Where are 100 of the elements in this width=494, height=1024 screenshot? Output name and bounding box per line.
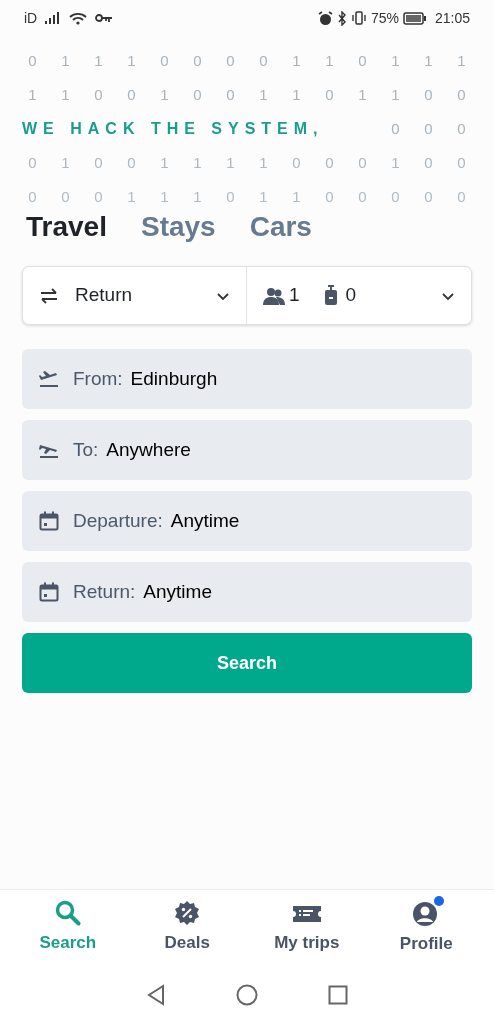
calendar-icon <box>39 511 59 531</box>
binary-digit: 1 <box>390 85 401 105</box>
binary-digit: 0 <box>423 119 434 139</box>
vibrate-icon <box>350 11 367 25</box>
binary-digit: 0 <box>225 187 236 207</box>
binary-digit: 0 <box>456 119 467 139</box>
tagline-text: WE HACK THE SYSTEM, <box>21 119 325 139</box>
home-icon[interactable] <box>236 983 258 1006</box>
field-label: Return: <box>73 579 136 604</box>
binary-digit: 0 <box>456 153 467 173</box>
calendar-icon <box>39 582 59 602</box>
people-icon <box>263 286 285 305</box>
swap-icon <box>39 287 59 304</box>
binary-digit: 0 <box>423 187 434 207</box>
binary-digit: 0 <box>93 85 104 105</box>
nav-label: Profile <box>399 932 453 955</box>
tab[interactable]: Travel <box>26 206 107 248</box>
nav-tab[interactable]: My trips <box>251 900 362 955</box>
binary-digit: 0 <box>357 187 368 207</box>
chevron-down-icon <box>441 290 455 301</box>
binary-digit: 0 <box>27 187 38 207</box>
binary-digit: 0 <box>27 153 38 173</box>
luggage-icon <box>323 284 338 307</box>
binary-digit: 0 <box>423 153 434 173</box>
binary-digit: 1 <box>60 153 71 173</box>
travellers-dropdown[interactable]: 1 0 <box>247 267 471 324</box>
alarm-icon <box>317 10 333 26</box>
field-value: Anywhere <box>106 437 191 462</box>
binary-digit: 1 <box>291 85 302 105</box>
clock-text: 21:05 <box>434 8 470 28</box>
nav-label: Search <box>39 932 97 954</box>
binary-digit: 1 <box>159 187 170 207</box>
tab[interactable]: Cars <box>249 206 312 248</box>
binary-digit: 0 <box>357 153 368 173</box>
binary-digit: 0 <box>60 187 71 207</box>
binary-digit: 1 <box>423 51 434 71</box>
binary-digit: 1 <box>258 85 269 105</box>
binary-digit: 1 <box>390 153 401 173</box>
binary-digit: 0 <box>423 85 434 105</box>
binary-digit: 1 <box>357 85 368 105</box>
binary-digit: 0 <box>324 187 335 207</box>
binary-digit: 0 <box>192 51 203 71</box>
field-label: To: <box>73 437 99 462</box>
binary-digit: 0 <box>390 187 401 207</box>
binary-digit: 1 <box>390 51 401 71</box>
binary-digit: 1 <box>192 187 203 207</box>
binary-digit: 1 <box>126 187 137 207</box>
input-field[interactable]: Return: Anytime <box>22 562 472 622</box>
nav-label: Deals <box>164 932 210 954</box>
binary-digit: 1 <box>159 85 170 105</box>
search-icon <box>54 900 81 926</box>
field-label: From: <box>73 366 123 391</box>
passenger-count: 1 <box>289 283 300 308</box>
binary-digit: 1 <box>60 85 71 105</box>
binary-digit: 1 <box>258 153 269 173</box>
binary-digit: 0 <box>291 153 302 173</box>
input-field[interactable]: From: Edinburgh <box>22 349 472 409</box>
input-field[interactable]: To: Anywhere <box>22 420 472 480</box>
carrier-text: iD <box>24 8 38 28</box>
binary-digit: 0 <box>93 187 104 207</box>
bluetooth-icon <box>336 10 347 26</box>
discount-badge-icon <box>174 900 201 926</box>
binary-digit: 1 <box>225 153 236 173</box>
battery-text: 75% <box>370 8 399 28</box>
binary-digit: 0 <box>456 85 467 105</box>
plane-takeoff-icon <box>39 370 59 388</box>
back-icon[interactable] <box>146 983 166 1006</box>
field-label: Departure: <box>73 508 163 533</box>
binary-digit: 1 <box>159 153 170 173</box>
input-field[interactable]: Departure: Anytime <box>22 491 472 551</box>
binary-digit: 0 <box>324 85 335 105</box>
binary-digit: 0 <box>27 51 38 71</box>
chevron-down-icon <box>216 290 230 301</box>
binary-digit: 0 <box>126 85 137 105</box>
binary-digit: 0 <box>324 153 335 173</box>
binary-digit: 1 <box>27 85 38 105</box>
nav-tab[interactable]: Profile <box>371 898 482 957</box>
tab[interactable]: Stays <box>140 206 216 248</box>
binary-digit: 1 <box>192 153 203 173</box>
field-value: Anytime <box>170 508 240 533</box>
field-value: Anytime <box>143 579 212 604</box>
binary-digit: 0 <box>258 51 269 71</box>
binary-digit: 0 <box>159 51 170 71</box>
binary-digit: 0 <box>225 51 236 71</box>
binary-digit: 0 <box>225 85 236 105</box>
binary-digit: 1 <box>126 51 137 71</box>
binary-digit: 0 <box>357 51 368 71</box>
binary-digit: 1 <box>456 51 467 71</box>
trip-type-dropdown[interactable]: Return <box>23 267 247 324</box>
field-value: Edinburgh <box>130 366 218 391</box>
binary-digit: 0 <box>126 153 137 173</box>
binary-digit: 0 <box>390 119 401 139</box>
key-icon <box>95 13 114 23</box>
signal-icon <box>45 12 62 24</box>
binary-digit: 0 <box>456 187 467 207</box>
nav-label: My trips <box>274 931 340 954</box>
nav-tab[interactable]: Deals <box>132 899 243 956</box>
wifi-icon <box>69 11 88 25</box>
recents-icon[interactable] <box>328 984 348 1005</box>
battery-icon <box>402 11 427 25</box>
